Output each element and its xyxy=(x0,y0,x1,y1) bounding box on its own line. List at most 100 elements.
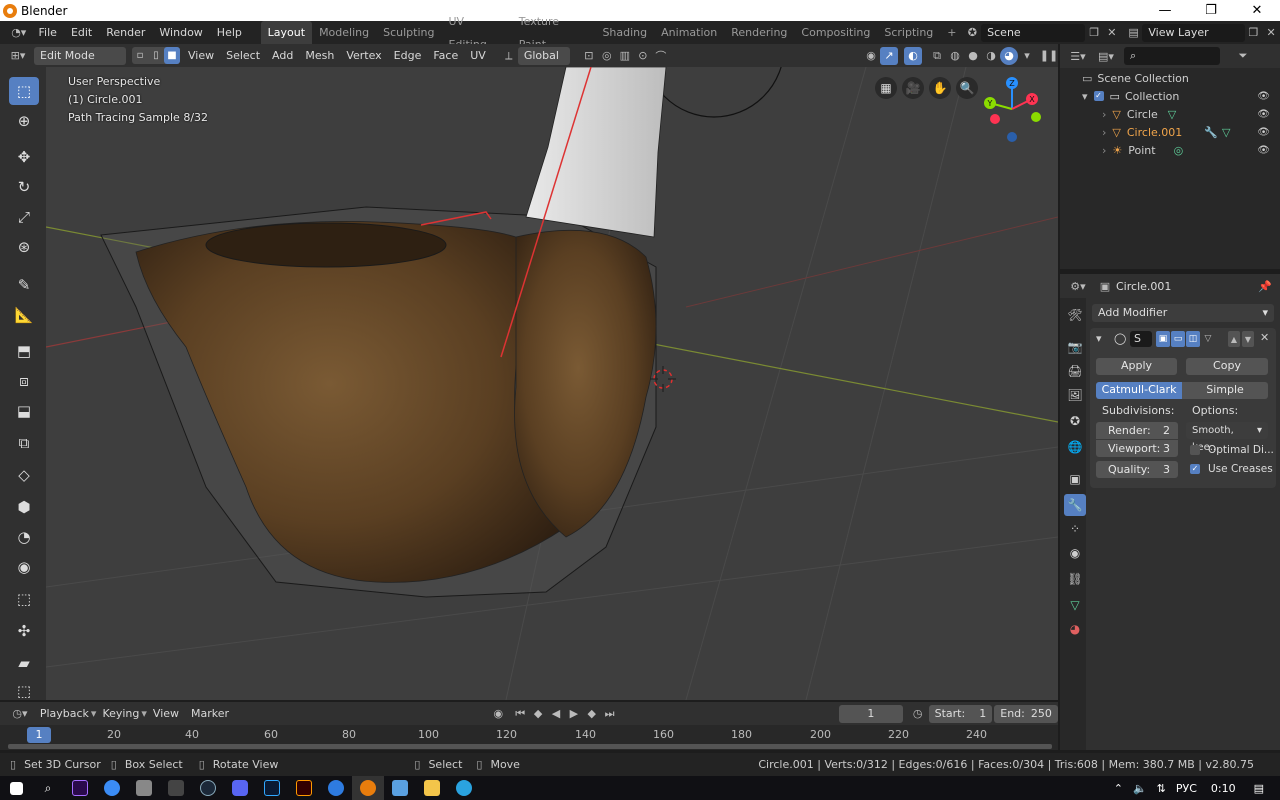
edge-select-icon[interactable]: ▯ xyxy=(148,47,164,64)
steam-icon[interactable] xyxy=(192,776,224,800)
start-frame-field[interactable]: Start: 1 xyxy=(928,704,993,723)
add-modifier-dropdown[interactable]: Add Modifier ▾ xyxy=(1092,304,1274,322)
shear-tool-icon[interactable]: ▰ xyxy=(9,649,39,677)
outliner-collection[interactable]: ▾ ✓ ▭ Collection 👁 xyxy=(1060,87,1280,105)
viewport-levels-field[interactable]: Viewport: 3 xyxy=(1096,440,1178,457)
play-reverse-icon[interactable]: ◀ xyxy=(547,705,565,723)
view-layer-icon[interactable]: ▤ xyxy=(1125,24,1143,42)
knife-tool-icon[interactable]: ◇ xyxy=(9,461,39,489)
tab-scripting[interactable]: Scripting xyxy=(877,21,940,44)
modifier-tab-icon[interactable]: 🔧 xyxy=(1064,494,1086,516)
pause-render-icon[interactable]: ❚❚ xyxy=(1040,47,1058,65)
tab-shading[interactable]: Shading xyxy=(595,21,654,44)
volume-icon[interactable]: 🔈 xyxy=(1133,782,1147,795)
search-icon[interactable]: ⌕ xyxy=(32,776,64,800)
scene-icon[interactable]: ✪ xyxy=(964,24,982,42)
vertex-select-icon[interactable]: ▫ xyxy=(132,47,148,64)
maximize-button[interactable]: ❐ xyxy=(1188,0,1234,21)
telegram-icon[interactable] xyxy=(448,776,480,800)
constraints-tab-icon[interactable]: ⛓ xyxy=(1064,568,1086,590)
illustrator-icon[interactable] xyxy=(288,776,320,800)
tool-tab-icon[interactable]: 🛠 xyxy=(1064,304,1086,326)
inset-tool-icon[interactable]: ⧈ xyxy=(9,367,39,395)
collapse-modifier-icon[interactable]: ▾ xyxy=(1096,332,1102,345)
smooth-tool-icon[interactable]: ◉ xyxy=(9,553,39,581)
poly-build-tool-icon[interactable]: ⬢ xyxy=(9,493,39,521)
mode-select[interactable]: Edit Mode xyxy=(34,46,126,65)
simple-button[interactable]: Simple xyxy=(1182,382,1268,399)
expand-circle-icon[interactable]: › xyxy=(1102,108,1106,121)
viewport-menu-add[interactable]: Add xyxy=(266,44,299,67)
expand-point-icon[interactable]: › xyxy=(1102,144,1106,157)
properties-editor-icon[interactable]: ⚙▾ xyxy=(1064,277,1092,295)
rendered-shading-icon[interactable]: ◕ xyxy=(1000,46,1018,65)
tab-layout[interactable]: Layout xyxy=(260,21,313,44)
outliner-item-circle[interactable]: › ▽ Circle ▽ 👁 xyxy=(1060,105,1280,123)
timeline-editor-icon[interactable]: ◷▾ xyxy=(6,705,34,723)
desktop-icon[interactable] xyxy=(384,776,416,800)
play-icon[interactable]: ▶ xyxy=(565,705,583,723)
copy-button[interactable]: Copy xyxy=(1186,358,1268,375)
outliner-item-circle-001[interactable]: › ▽ Circle.001 🔧 ▽ 👁 xyxy=(1060,123,1280,141)
pin-icon[interactable]: 📌 xyxy=(1256,277,1274,295)
timeline-view-menu[interactable]: View xyxy=(147,702,185,725)
playback-menu[interactable]: Playback xyxy=(34,702,95,725)
menu-help[interactable]: Help xyxy=(210,21,249,44)
rip-tool-icon[interactable]: ⬚ xyxy=(9,677,39,705)
view-layer-field[interactable]: View Layer xyxy=(1142,23,1245,42)
remove-modifier-icon[interactable]: ✕ xyxy=(1260,331,1269,344)
snap-icon[interactable]: ◎ xyxy=(598,47,616,65)
optimal-display-checkbox[interactable] xyxy=(1190,445,1200,455)
tab-sculpting[interactable]: Sculpting xyxy=(376,21,441,44)
snap-target-icon[interactable]: ▥ xyxy=(616,47,634,65)
filter-icon[interactable]: ⏷ xyxy=(1234,47,1252,65)
cube-app-icon[interactable] xyxy=(128,776,160,800)
blender-taskbar-icon[interactable] xyxy=(352,776,384,800)
network-icon[interactable]: ⇅ xyxy=(1157,782,1166,795)
loop-cut-tool-icon[interactable]: ⧉ xyxy=(9,429,39,457)
uv-smooth-dropdown[interactable]: Smooth, kee... ▾ xyxy=(1186,422,1268,453)
new-scene-icon[interactable]: ❐ xyxy=(1085,24,1103,42)
use-creases-option[interactable]: ✓ Use Creases xyxy=(1190,463,1273,475)
end-frame-field[interactable]: End: 250 xyxy=(994,704,1058,723)
scale-tool-icon[interactable]: ⤢ xyxy=(9,203,39,231)
solid-shading-icon[interactable]: ● xyxy=(964,47,982,65)
physics-tab-icon[interactable]: ◉ xyxy=(1064,542,1086,564)
quality-field[interactable]: Quality: 3 xyxy=(1096,461,1178,478)
orientation-gizmo[interactable]: Z Y X xyxy=(970,75,1050,147)
preview-range-icon[interactable]: ◷ xyxy=(909,705,927,723)
display-mode-icon[interactable]: ▤▾ xyxy=(1092,47,1120,65)
world-tab-icon[interactable]: 🌐 xyxy=(1064,436,1086,458)
minimize-button[interactable]: — xyxy=(1142,0,1188,21)
face-select-icon[interactable]: ■ xyxy=(164,47,180,64)
cursor-tool-icon[interactable]: ⊕ xyxy=(9,107,39,135)
circle001-visibility-icon[interactable]: 👁 xyxy=(1257,127,1270,138)
circle-visibility-icon[interactable]: 👁 xyxy=(1257,109,1270,120)
language-indicator[interactable]: РУС xyxy=(1176,782,1197,795)
annotate-tool-icon[interactable]: ✎ xyxy=(9,271,39,299)
falloff-icon[interactable]: ⌒ xyxy=(652,47,670,65)
viewport-menu-edge[interactable]: Edge xyxy=(388,44,428,67)
viewport-menu-view[interactable]: View xyxy=(182,44,220,67)
catmull-clark-button[interactable]: Catmull-Clark xyxy=(1096,382,1182,399)
new-view-layer-icon[interactable]: ❐ xyxy=(1245,24,1263,42)
marker-menu[interactable]: Marker xyxy=(185,702,235,725)
camera-view-icon[interactable]: 🎥 xyxy=(902,77,924,99)
photoshop-icon[interactable] xyxy=(256,776,288,800)
file-explorer-icon[interactable] xyxy=(416,776,448,800)
viewport-menu-select[interactable]: Select xyxy=(220,44,266,67)
add-workspace-button[interactable]: + xyxy=(940,21,963,44)
extrude-tool-icon[interactable]: ⬒ xyxy=(9,337,39,365)
jump-start-icon[interactable]: ⏮ xyxy=(511,705,529,723)
media-player-icon[interactable] xyxy=(160,776,192,800)
apply-button[interactable]: Apply xyxy=(1096,358,1177,375)
xray-icon[interactable]: ⧉ xyxy=(928,47,946,65)
jump-end-icon[interactable]: ⏭ xyxy=(601,705,619,723)
viewport-menu-uv[interactable]: UV xyxy=(464,44,492,67)
pan-hand-icon[interactable]: ✋ xyxy=(929,77,951,99)
viewport-toggle-icon[interactable]: ▭ xyxy=(1171,331,1185,347)
transform-tool-icon[interactable]: ⊛ xyxy=(9,233,39,261)
outliner-search-input[interactable]: ⌕ xyxy=(1124,47,1220,65)
scene-tab-icon[interactable]: ✪ xyxy=(1064,410,1086,432)
clock[interactable]: 0:10 xyxy=(1211,782,1236,795)
